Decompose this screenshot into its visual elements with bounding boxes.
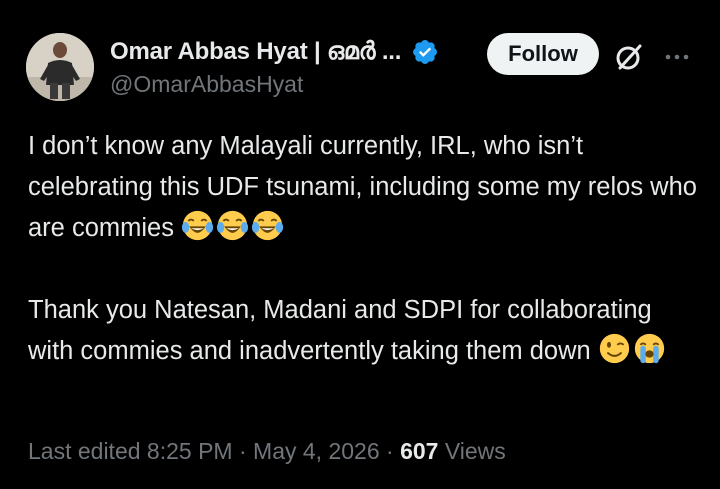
tweet-paragraph-2-text: Thank you Natesan, Madani and SDPI for c…: [28, 296, 652, 365]
avatar-image: [26, 33, 94, 101]
tweet-paragraph-1-text: I don’t know any Malayali currently, IRL…: [28, 132, 697, 242]
more-options-icon[interactable]: [662, 42, 692, 72]
tears-of-joy-emoji: [181, 210, 214, 241]
tweet-body: I don’t know any Malayali currently, IRL…: [28, 126, 698, 372]
tweet-date[interactable]: May 4, 2026: [253, 438, 380, 464]
tweet-card: Omar Abbas Hyat | ഒമർ ... @OmarAbbasHyat…: [0, 0, 720, 489]
tears-of-joy-emoji: [216, 210, 249, 241]
views-label: Views: [444, 438, 506, 464]
winking-face-emoji: [599, 333, 629, 364]
meta-separator: ·: [238, 438, 247, 464]
tweet-paragraph-2: Thank you Natesan, Madani and SDPI for c…: [28, 290, 698, 372]
tweet-paragraph-1: I don’t know any Malayali currently, IRL…: [28, 126, 698, 249]
author-handle[interactable]: @OmarAbbasHyat: [110, 71, 303, 98]
author-name-row: Omar Abbas Hyat | ഒമർ ...: [110, 38, 439, 66]
verified-badge-icon[interactable]: [411, 38, 439, 66]
avatar[interactable]: [26, 33, 94, 101]
tweet-time[interactable]: 8:25 PM: [147, 438, 233, 464]
views-count: 607: [400, 438, 439, 464]
tweet-meta: Last edited 8:25 PM · May 4, 2026 · 607 …: [28, 438, 506, 465]
follow-button[interactable]: Follow: [487, 33, 599, 75]
loudly-crying-emoji: [634, 333, 664, 364]
tears-of-joy-emoji: [251, 210, 284, 241]
edited-label[interactable]: Last edited: [28, 438, 141, 464]
grok-icon[interactable]: [612, 40, 646, 74]
meta-separator: ·: [386, 438, 394, 464]
author-display-name[interactable]: Omar Abbas Hyat | ഒമർ ...: [110, 38, 401, 66]
